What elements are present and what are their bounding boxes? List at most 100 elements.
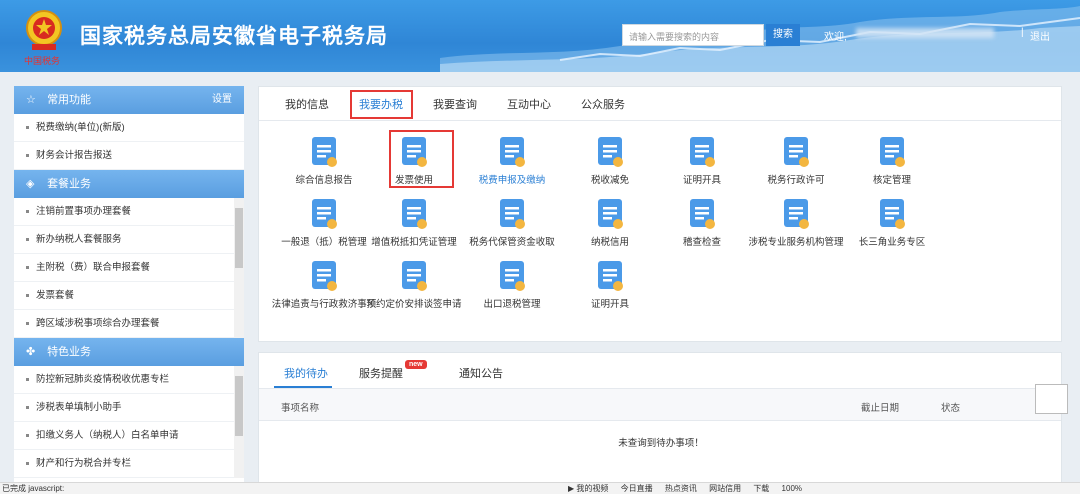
- tab-my-todo[interactable]: 我的待办: [284, 365, 328, 381]
- section-title: 特色业务: [47, 346, 92, 358]
- special-list: 防控新冠肺炎疫情税收优惠专栏 涉税表单填制小助手 扣缴义务人（纳税人）白名单申请…: [14, 366, 244, 478]
- browser-statusbar: 已完成 javascript: ▶ 我的视频 今日直播 热点资讯 网站信用 下载…: [0, 482, 1080, 494]
- function-license[interactable]: 税务行政许可: [741, 135, 851, 187]
- pricing-icon: [400, 259, 428, 293]
- sidebar-item[interactable]: 扣缴义务人（纳税人）白名单申请: [14, 422, 244, 450]
- new-badge: new: [405, 360, 427, 369]
- function-verify-user[interactable]: 核定管理: [837, 135, 947, 187]
- inspection-icon: [688, 197, 716, 231]
- bullet-icon: [26, 237, 29, 241]
- empty-message: 未查询到待办事项！: [618, 438, 704, 449]
- tab-my-info[interactable]: 我的信息: [285, 96, 329, 112]
- search-button[interactable]: 搜索: [766, 24, 800, 46]
- function-agency[interactable]: 涉税专业服务机构管理: [741, 197, 851, 249]
- bullet-icon: [26, 293, 29, 297]
- scrollbar-thumb[interactable]: [235, 376, 243, 436]
- sidebar-item[interactable]: 跨区域涉税事项综合办理套餐: [14, 310, 244, 338]
- function-label: 涉税专业服务机构管理: [748, 237, 844, 248]
- declare-icon: [498, 135, 526, 169]
- main-tabs: 我的信息 我要办税 我要查询 互动中心 公众服务: [259, 87, 1061, 121]
- section-title: 套餐业务: [47, 178, 92, 190]
- star-icon: ☆: [26, 94, 36, 106]
- sidebar: ☆ 常用功能 设置 税费缴纳(单位)(新版) 财务会计报告报送 ◈ 套餐业务 注…: [14, 86, 244, 486]
- col-item-name: 事项名称: [281, 403, 320, 414]
- clover-icon: ✤: [26, 346, 36, 358]
- function-panel: 我的信息 我要办税 我要查询 互动中心 公众服务 综合信息报告 发票使用 税费申报及…: [258, 86, 1062, 342]
- sidebar-item[interactable]: 涉税表单填制小助手: [14, 394, 244, 422]
- bullet-icon: [26, 265, 29, 269]
- col-deadline: 截止日期: [861, 403, 900, 414]
- sidebar-item[interactable]: 防控新冠肺炎疫情税收优惠专栏: [14, 366, 244, 394]
- tab-service-reminder[interactable]: 服务提醒: [359, 365, 403, 381]
- username-redacted: [856, 28, 994, 38]
- section-title: 常用功能: [47, 94, 92, 106]
- bullet-icon: [26, 433, 29, 437]
- sidebar-item[interactable]: 发票套餐: [14, 282, 244, 310]
- credit-link[interactable]: 网站信用: [709, 484, 741, 493]
- function-certificate2[interactable]: 证明开具: [555, 259, 665, 311]
- settings-link[interactable]: 设置: [212, 86, 232, 114]
- sidebar-section-package[interactable]: ◈ 套餐业务: [14, 170, 244, 198]
- report-icon: [310, 135, 338, 169]
- credit-icon: [596, 197, 624, 231]
- status-tools: ▶ 我的视频 今日直播 热点资讯 网站信用 下载 100%: [568, 483, 812, 494]
- function-yangtze[interactable]: 长三角业务专区: [837, 197, 947, 249]
- bullet-icon: [26, 405, 29, 409]
- todo-table-header: 事项名称 截止日期 状态: [259, 389, 1061, 421]
- header-separator: |: [1021, 27, 1024, 38]
- broken-image-icon: [1035, 384, 1068, 414]
- download-link[interactable]: 下载: [753, 484, 769, 493]
- todo-tabs: 我的待办 服务提醒 new 通知公告: [259, 353, 1061, 389]
- tax-relief-icon: [596, 135, 624, 169]
- search-input[interactable]: 请输入需要搜索的内容: [622, 24, 764, 46]
- bullet-icon: [26, 377, 29, 381]
- tab-public-service[interactable]: 公众服务: [581, 96, 625, 112]
- bullet-icon: [26, 153, 29, 157]
- tab-notice[interactable]: 通知公告: [459, 365, 503, 381]
- function-export-refund[interactable]: 出口退税管理: [457, 259, 567, 311]
- custody-icon: [498, 197, 526, 231]
- function-custody[interactable]: 税务代保管资金收取: [457, 197, 567, 249]
- sidebar-item[interactable]: 注销前置事项办理套餐: [14, 198, 244, 226]
- scrollbar-thumb[interactable]: [235, 208, 243, 268]
- sidebar-item[interactable]: 新办纳税人套餐服务: [14, 226, 244, 254]
- site-title: 国家税务总局安徽省电子税务局: [80, 25, 388, 48]
- sidebar-section-common[interactable]: ☆ 常用功能 设置: [14, 86, 244, 114]
- logout-link[interactable]: 退出: [1030, 28, 1050, 43]
- video-link[interactable]: ▶ 我的视频: [568, 484, 608, 493]
- certificate-icon: [688, 135, 716, 169]
- sidebar-section-special[interactable]: ✤ 特色业务: [14, 338, 244, 366]
- function-label: 税务行政许可: [767, 175, 825, 186]
- status-text: 已完成 javascript:: [2, 484, 65, 493]
- tab-query[interactable]: 我要查询: [433, 96, 477, 112]
- sidebar-item[interactable]: 主附税（费）联合申报套餐: [14, 254, 244, 282]
- tab-highlight-frame: [350, 90, 413, 119]
- news-link[interactable]: 热点资讯: [665, 484, 697, 493]
- site-header: 中国税务 国家税务总局安徽省电子税务局 请输入需要搜索的内容 搜索 欢迎, | …: [0, 0, 1080, 72]
- bullet-icon: [26, 209, 29, 213]
- function-pricing[interactable]: 预约定价安排谈签申请: [359, 259, 469, 311]
- welcome-text: 欢迎,: [824, 32, 847, 43]
- sidebar-item[interactable]: 财产和行为税合并专栏: [14, 450, 244, 478]
- zoom-level[interactable]: 100%: [782, 484, 802, 493]
- function-vat-deduction[interactable]: 增值税抵扣凭证管理: [359, 197, 469, 249]
- scrollbar[interactable]: [234, 198, 244, 338]
- function-label: 长三角业务专区: [858, 237, 926, 248]
- bullet-icon: [26, 321, 29, 325]
- scrollbar[interactable]: [234, 366, 244, 478]
- function-declare[interactable]: 税费申报及缴纳: [457, 135, 567, 187]
- verify-user-icon: [878, 135, 906, 169]
- agency-icon: [782, 197, 810, 231]
- live-link[interactable]: 今日直播: [621, 484, 653, 493]
- active-tab-underline: [274, 386, 332, 388]
- export-refund-icon: [498, 259, 526, 293]
- sidebar-item[interactable]: 税费缴纳(单位)(新版): [14, 114, 244, 142]
- sidebar-item[interactable]: 财务会计报告报送: [14, 142, 244, 170]
- tab-interaction[interactable]: 互动中心: [507, 96, 551, 112]
- function-label: 证明开具: [590, 299, 629, 310]
- function-label: 核定管理: [872, 175, 911, 186]
- yangtze-icon: [878, 197, 906, 231]
- col-status: 状态: [941, 403, 961, 414]
- emblem-subtext: 中国税务: [24, 57, 61, 67]
- vat-deduction-icon: [400, 197, 428, 231]
